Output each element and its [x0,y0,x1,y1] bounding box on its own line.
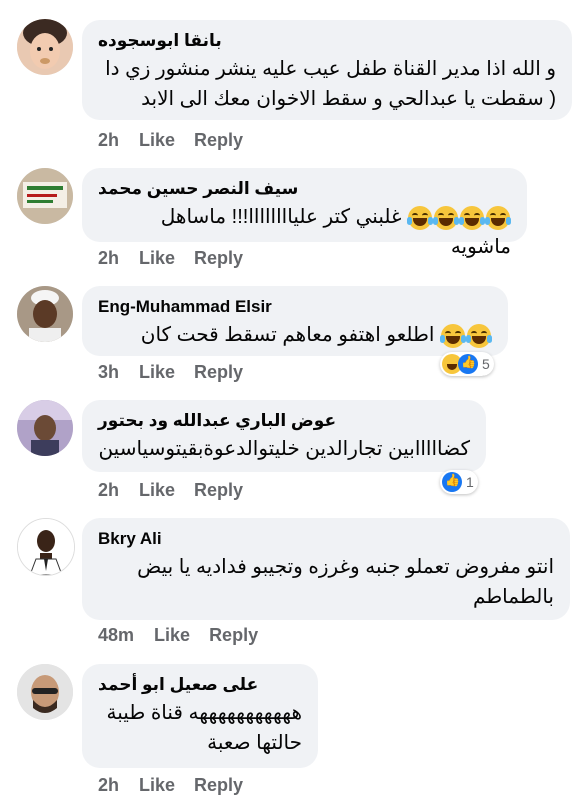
comment-actions: 48m Like Reply [98,625,258,646]
commenter-name[interactable]: بانقا ابوسجوده [98,30,556,52]
comment-text-line: هههههههههههه قناة طيبة [106,702,302,724]
laughing-emoji [459,205,485,230]
reply-button[interactable]: Reply [194,248,243,269]
laughing-emoji [440,323,466,348]
like-icon [442,472,462,492]
like-button[interactable]: Like [139,130,175,151]
comment-text-line: ( سقطت يا عبدالحي و سقط الاخوان معك الى … [141,88,556,110]
reply-button[interactable]: Reply [209,625,258,646]
commenter-name[interactable]: Eng-Muhammad Elsir [98,296,492,318]
comment-bubble: بانقا ابوسجوده و الله اذا مدير القناة طف… [82,20,572,120]
comment-text-line: بالطماطم [472,586,554,608]
avatar[interactable] [17,168,73,224]
reactions-summary[interactable]: 1 [440,470,478,494]
comment-actions: 2h Like Reply [98,480,243,501]
comment-text-line: كضااااابين تجارالدين خليتوالدعوةبقيتوسيا… [98,438,470,460]
comment-actions: 3h Like Reply [98,362,243,383]
laughing-emoji [407,205,433,230]
comment-time[interactable]: 2h [98,130,119,151]
comment-text-line: و الله اذا مدير القناة طفل عيب عليه ينشر… [105,58,556,80]
avatar[interactable] [17,518,75,576]
reply-button[interactable]: Reply [194,480,243,501]
commenter-name[interactable]: سيف النصر حسين محمد [98,178,511,200]
reaction-count: 1 [466,474,474,490]
top-edge-fragment [195,0,245,4]
commenter-name[interactable]: على صعيل ابو أحمد [98,674,302,696]
laughing-emoji [485,205,511,230]
comment-bubble: Bkry Ali انتو مفروض تعملو جنبه وغرزه وتج… [82,518,570,620]
like-button[interactable]: Like [139,775,175,796]
like-button[interactable]: Like [139,362,175,383]
avatar[interactable] [17,286,73,342]
avatar[interactable] [17,400,73,456]
comment-time[interactable]: 3h [98,362,119,383]
comment-actions: 2h Like Reply [98,248,243,269]
reply-button[interactable]: Reply [194,362,243,383]
comment-bubble: على صعيل ابو أحمد هههههههههههه قناة طيبة… [82,664,318,768]
reply-button[interactable]: Reply [194,775,243,796]
laughing-emoji [466,323,492,348]
like-button[interactable]: Like [139,248,175,269]
comment-bubble: سيف النصر حسين محمد غلبني كتر عليااااااا… [82,168,527,258]
commenter-name[interactable]: عوض الباري عبدالله ود بحتور [98,410,470,432]
comment-bubble: Eng-Muhammad Elsir اطلعو اهتفو معاهم تسق… [82,286,508,376]
comment-time[interactable]: 2h [98,775,119,796]
comment-actions: 2h Like Reply [98,130,243,151]
comment-time[interactable]: 48m [98,625,134,646]
laughing-emoji [433,205,459,230]
like-icon [458,354,478,374]
reactions-summary[interactable]: 5 [440,352,494,376]
comment-text-line: حالتها صعبة [207,732,302,754]
comment-time[interactable]: 2h [98,480,119,501]
comment-bubble: عوض الباري عبدالله ود بحتور كضااااابين ت… [82,400,486,472]
comment-actions: 2h Like Reply [98,775,243,796]
commenter-name[interactable]: Bkry Ali [98,528,554,550]
reply-button[interactable]: Reply [194,130,243,151]
like-button[interactable]: Like [154,625,190,646]
like-button[interactable]: Like [139,480,175,501]
reaction-count: 5 [482,356,490,372]
avatar[interactable] [17,664,73,720]
comment-time[interactable]: 2h [98,248,119,269]
comment-text-line: انتو مفروض تعملو جنبه وغرزه وتجيبو فدادي… [137,556,554,578]
avatar[interactable] [17,19,73,75]
